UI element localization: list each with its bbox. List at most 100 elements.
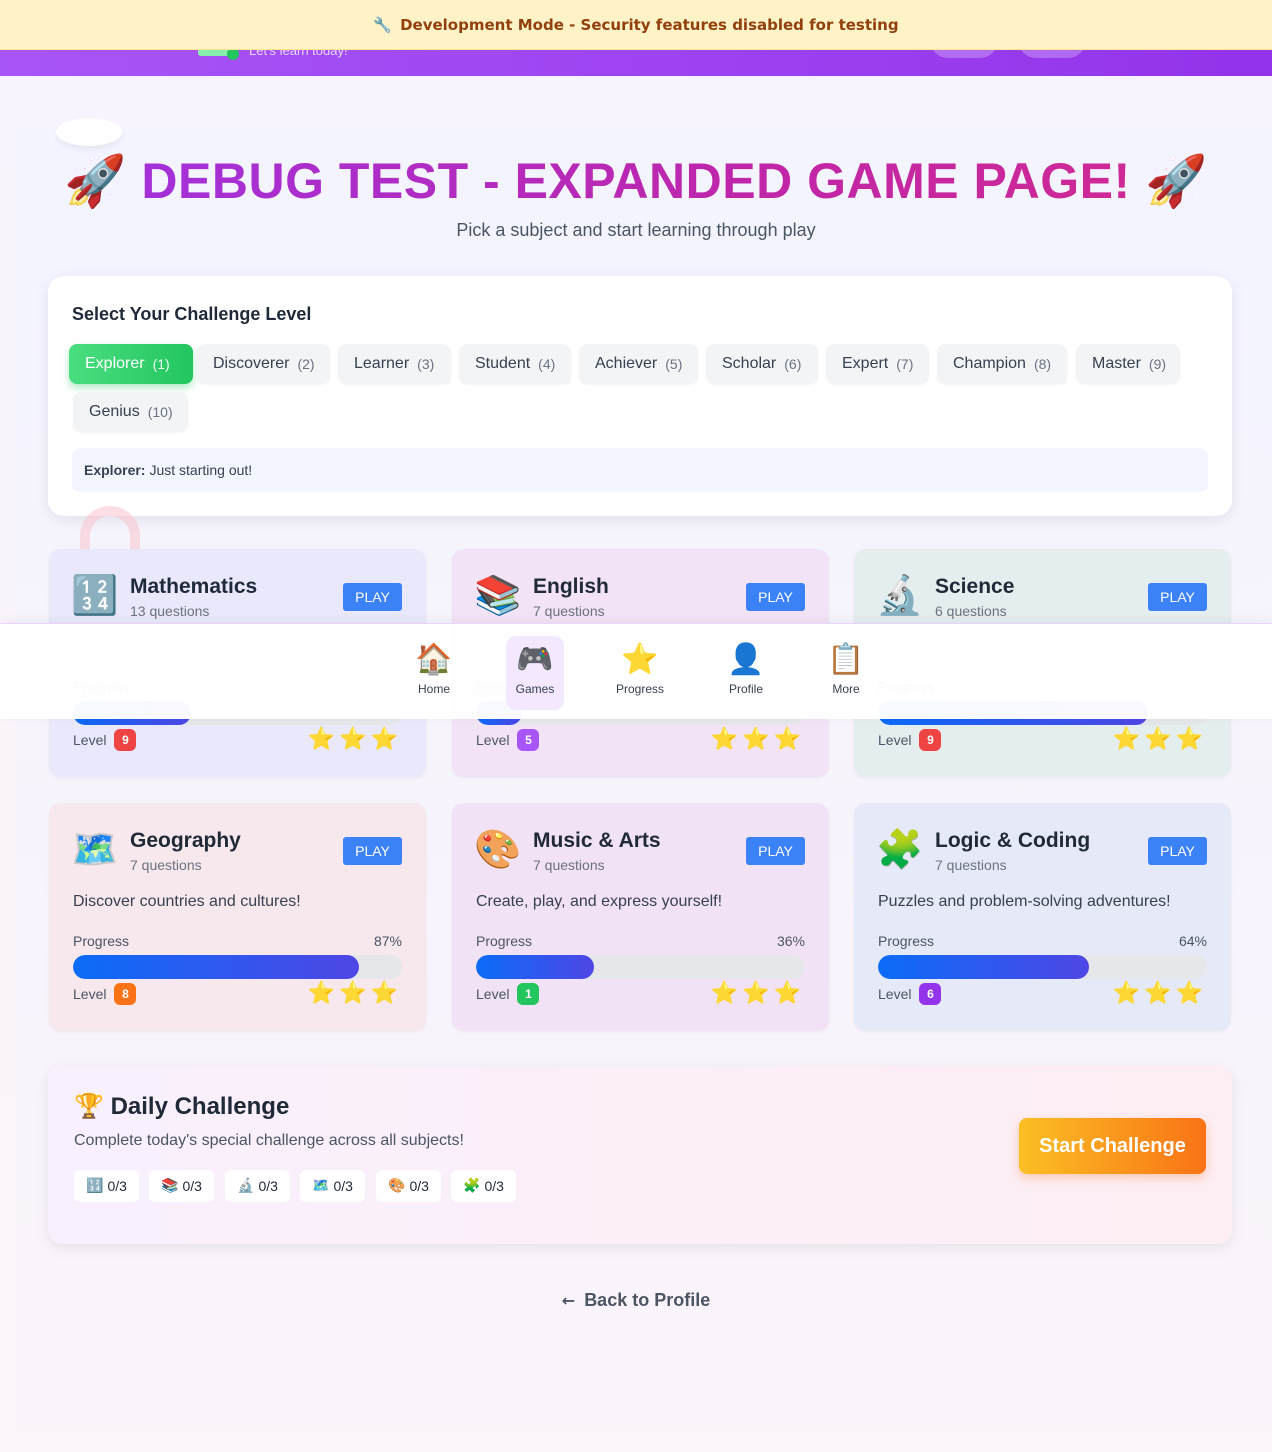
- star-rating: ⭐⭐⭐: [307, 981, 402, 1006]
- level-chip-number: (4): [538, 356, 556, 372]
- daily-subject-chip: 🗺️ 0/3: [300, 1170, 365, 1202]
- nav-label: Games: [515, 682, 555, 696]
- question-count: 7 questions: [935, 857, 1007, 873]
- play-button[interactable]: PLAY: [746, 837, 805, 865]
- nav-item-home[interactable]: 🏠 Home: [405, 636, 463, 710]
- level-indicator: Level 6: [878, 983, 942, 1005]
- level-chip-number: (5): [665, 356, 683, 372]
- subject-icon: 🔬: [876, 573, 924, 617]
- nav-item-more[interactable]: 📋 More: [817, 636, 875, 710]
- level-chip-label: Expert: [842, 355, 889, 372]
- subject-icon: 🧩: [876, 827, 924, 871]
- start-challenge-button[interactable]: Start Challenge: [1019, 1118, 1206, 1174]
- subject-card-logic-coding[interactable]: 🧩 Logic & Coding 7 questions PLAY Puzzles an…: [854, 803, 1231, 1031]
- level-chip-explorer[interactable]: Explorer (1): [69, 344, 193, 384]
- progress-percent: 87%: [373, 933, 402, 949]
- subject-icon: 🔢: [86, 1178, 104, 1194]
- nav-profile-icon: 👤: [727, 642, 765, 677]
- page-subtitle: Pick a subject and start learning throug…: [456, 220, 816, 240]
- nav-item-profile[interactable]: 👤 Profile: [717, 636, 775, 710]
- back-link-label: Back to Profile: [584, 1290, 711, 1310]
- play-button[interactable]: PLAY: [746, 583, 805, 611]
- subject-card-geography[interactable]: 🗺️ Geography 7 questions PLAY Discover count…: [49, 803, 426, 1031]
- subject-name: Music & Arts: [533, 829, 661, 852]
- level-chip-expert[interactable]: Expert (7): [826, 344, 929, 384]
- level-chip-number: (9): [1148, 356, 1167, 372]
- level-chip-learner[interactable]: Learner (3): [338, 344, 451, 384]
- trophy-icon: 🏆: [74, 1092, 104, 1120]
- level-chip-achiever[interactable]: Achiever (5): [579, 344, 698, 384]
- level-label: Level: [878, 986, 912, 1002]
- level-chip-label: Scholar: [722, 355, 777, 372]
- level-indicator: Level 8: [73, 983, 137, 1005]
- daily-challenge-title: 🏆 Daily Challenge: [74, 1092, 289, 1121]
- level-chip-label: Student: [475, 355, 531, 372]
- daily-score: 0/3: [258, 1178, 278, 1194]
- level-chip-master[interactable]: Master (9): [1076, 344, 1180, 384]
- progress-percent: 64%: [1178, 933, 1207, 949]
- dev-banner-text: Development Mode - Security features dis…: [400, 15, 899, 34]
- subject-description: Puzzles and problem-solving adventures!: [878, 893, 1171, 910]
- play-button[interactable]: PLAY: [343, 583, 402, 611]
- level-label: Level: [73, 732, 107, 748]
- subject-name: Logic & Coding: [935, 829, 1091, 852]
- star-rating: ⭐⭐⭐: [710, 981, 805, 1006]
- subject-description: Discover countries and cultures!: [73, 893, 301, 910]
- level-chip-number: (10): [147, 404, 173, 420]
- play-button[interactable]: PLAY: [1148, 583, 1207, 611]
- nav-label: More: [832, 682, 860, 696]
- subject-icon: 🔬: [237, 1178, 255, 1194]
- subject-icon: 🗺️: [71, 827, 119, 871]
- daily-subject-chip: 🎨 0/3: [376, 1170, 441, 1202]
- subject-icon: 🎨: [388, 1178, 406, 1194]
- level-chip-discoverer[interactable]: Discoverer (2): [197, 344, 330, 384]
- daily-challenge-title-text: Daily Challenge: [110, 1093, 290, 1120]
- daily-score: 0/3: [182, 1178, 202, 1194]
- daily-subject-chip: 🔬 0/3: [225, 1170, 290, 1202]
- progress-fill: [878, 955, 1089, 979]
- page-title-text: DEBUG TEST - EXPANDED GAME PAGE!: [141, 153, 1131, 209]
- play-button[interactable]: PLAY: [343, 837, 402, 865]
- daily-score: 0/3: [484, 1178, 504, 1194]
- daily-score: 0/3: [107, 1178, 127, 1194]
- dev-mode-banner: 🔧 Development Mode - Security features d…: [0, 0, 1272, 50]
- question-count: 7 questions: [533, 603, 605, 619]
- progress-bar: [476, 955, 805, 979]
- level-chip-number: (1): [152, 356, 170, 372]
- question-count: 7 questions: [533, 857, 605, 873]
- level-chip-label: Discoverer: [213, 355, 290, 372]
- level-chip-student[interactable]: Student (4): [459, 344, 571, 384]
- level-chip-genius[interactable]: Genius (10): [73, 392, 188, 432]
- level-chip-number: (7): [896, 356, 914, 372]
- level-badge: 6: [919, 983, 942, 1005]
- daily-challenge-card: 🏆 Daily Challenge Complete today's speci…: [48, 1066, 1232, 1244]
- daily-score: 0/3: [409, 1178, 429, 1194]
- back-to-profile-link[interactable]: ← Back to Profile: [0, 1290, 1272, 1311]
- progress-label: Progress: [73, 933, 130, 949]
- nav-item-games[interactable]: 🎮 Games: [506, 636, 564, 710]
- subject-icon: 🧩: [463, 1178, 481, 1194]
- level-badge: 1: [517, 983, 540, 1005]
- level-indicator: Level 9: [878, 729, 942, 751]
- level-chip-champion[interactable]: Champion (8): [937, 344, 1067, 384]
- subject-card-music-arts[interactable]: 🎨 Music & Arts 7 questions PLAY Create, play…: [452, 803, 829, 1031]
- level-chip-label: Achiever: [595, 355, 658, 372]
- level-indicator: Level 1: [476, 983, 540, 1005]
- level-indicator: Level 9: [73, 729, 137, 751]
- subject-name: Geography: [130, 829, 241, 852]
- subject-icon: 📚: [161, 1178, 179, 1194]
- level-chip-scholar[interactable]: Scholar (6): [706, 344, 818, 384]
- progress-fill: [73, 955, 360, 979]
- level-label: Level: [476, 732, 510, 748]
- play-button[interactable]: PLAY: [1148, 837, 1207, 865]
- nav-item-progress[interactable]: ⭐ Progress: [611, 636, 669, 710]
- level-description-name: Explorer:: [84, 462, 146, 478]
- cloud-decoration: [56, 118, 122, 146]
- subject-name: Science: [935, 575, 1015, 598]
- level-chip-label: Champion: [953, 355, 1026, 372]
- level-chip-number: (6): [784, 356, 802, 372]
- star-rating: ⭐⭐⭐: [1112, 981, 1207, 1006]
- question-count: 7 questions: [130, 857, 202, 873]
- subject-name: English: [533, 575, 609, 598]
- daily-score: 0/3: [333, 1178, 353, 1194]
